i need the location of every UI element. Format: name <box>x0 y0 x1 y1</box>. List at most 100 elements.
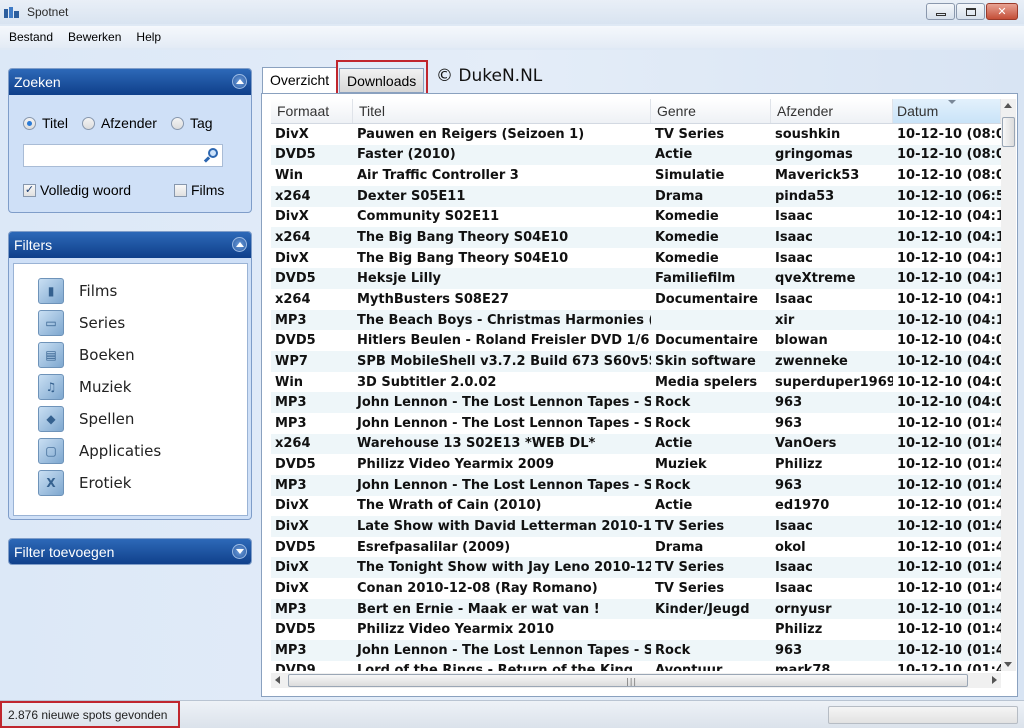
cell-afzender: Philizz <box>775 622 823 638</box>
table-row[interactable]: Win 3D Subtitler 2.0.02 Media spelers super… <box>271 372 1001 393</box>
table-row[interactable]: DVD5 Philizz Video Yearmix 2010 Philizz 10-… <box>271 619 1001 640</box>
tab-overzicht[interactable]: Overzicht <box>262 67 338 94</box>
cell-afzender: qveXtreme <box>775 271 856 287</box>
cell-datum: 10-12-10 (04:10) <box>897 312 1001 328</box>
table-row[interactable]: DivX Pauwen en Reigers (Seizoen 1) TV Seri… <box>271 124 1001 145</box>
horizontal-scroll-thumb[interactable]: ||| <box>288 674 968 687</box>
search-panel: Zoeken Titel Afzender Tag ✓ Volledig woo… <box>8 68 252 213</box>
column-header-datum-label: Datum <box>897 103 939 119</box>
table-row[interactable]: DivX The Tonight Show with Jay Leno 2010-… <box>271 557 1001 579</box>
close-button[interactable]: ✕ <box>986 3 1018 20</box>
table-row[interactable]: WP7 SPB MobileShell v3.7.2 Build 673 S60v… <box>271 351 1001 372</box>
radio-indicator-selected[interactable] <box>23 116 36 130</box>
scroll-right-icon[interactable] <box>992 676 997 684</box>
table-row[interactable]: DVD5 Heksje Lilly Familiefilm qveXtreme 10-1… <box>271 268 1001 290</box>
table-row[interactable]: MP3 John Lennon - The Lost Lennon Tapes -… <box>271 392 1001 413</box>
films-checkbox[interactable] <box>174 183 187 197</box>
table-row[interactable]: DVD5 Hitlers Beulen - Roland Freisler DVD… <box>271 330 1001 351</box>
column-header-genre[interactable]: Genre <box>651 99 771 123</box>
maximize-button[interactable] <box>956 3 985 20</box>
cell-genre: Documentaire <box>655 333 758 349</box>
radio-titel[interactable]: Titel <box>23 115 68 131</box>
radio-titel-label: Titel <box>42 115 68 131</box>
search-input[interactable] <box>23 144 223 167</box>
table-row[interactable]: MP3 John Lennon - The Lost Lennon Tapes -… <box>271 640 1001 661</box>
table-row[interactable]: x264 MythBusters S08E27 Documentaire Isaac 1… <box>271 289 1001 310</box>
music-icon: ♫ <box>38 374 64 400</box>
cell-formaat: DVD9 <box>275 663 316 671</box>
table-row[interactable]: MP3 John Lennon - The Lost Lennon Tapes -… <box>271 474 1001 496</box>
horizontal-scrollbar[interactable]: ||| <box>271 673 1001 688</box>
radio-tag[interactable]: Tag <box>170 115 213 131</box>
cell-formaat: DVD5 <box>275 147 316 163</box>
table-row[interactable]: DivX Community S02E11 Komedie Isaac 10-12-10… <box>271 207 1001 228</box>
table-row[interactable]: DVD5 Esrefpasalilar (2009) Drama okol 10-12-… <box>271 537 1001 558</box>
table-row[interactable]: DivX Late Show with David Letterman 2010-… <box>271 516 1001 537</box>
table-row[interactable]: DVD5 Faster (2010) Actie gringomas 10-12-10 … <box>271 144 1001 166</box>
scroll-down-icon[interactable] <box>1004 662 1012 667</box>
table-row[interactable]: x264 Warehouse 13 S02E13 *WEB DL* Actie Van… <box>271 433 1001 455</box>
gamepad-icon: ◆ <box>38 406 64 432</box>
cell-afzender: soushkin <box>775 126 841 142</box>
status-bar: 2.876 nieuwe spots gevonden <box>0 700 1024 728</box>
collapse-search-button[interactable] <box>232 74 247 89</box>
scroll-up-icon[interactable] <box>1004 103 1012 108</box>
grid-header: Formaat Titel Genre Afzender Datum <box>271 99 1001 124</box>
cell-genre: Rock <box>655 642 691 658</box>
cell-titel: Philizz Video Yearmix 2009 <box>357 457 554 473</box>
table-row[interactable]: DivX The Wrath of Cain (2010) Actie ed1970 1… <box>271 496 1001 517</box>
table-row[interactable]: DivX The Big Bang Theory S04E10 Komedie Isa… <box>271 248 1001 269</box>
table-row[interactable]: DVD5 Philizz Video Yearmix 2009 Muziek Phil… <box>271 454 1001 475</box>
radio-tag-label: Tag <box>189 115 213 131</box>
cell-datum: 10-12-10 (04:09) <box>897 333 1001 349</box>
radio-afzender[interactable]: Afzender <box>81 115 157 131</box>
expand-add-filter-button[interactable] <box>232 544 247 559</box>
menu-help[interactable]: Help <box>127 30 167 44</box>
scroll-left-icon[interactable] <box>275 676 280 684</box>
column-header-afzender[interactable]: Afzender <box>771 99 893 123</box>
column-header-datum[interactable]: Datum <box>893 99 1001 123</box>
collapse-filters-button[interactable] <box>232 237 247 252</box>
table-row[interactable]: x264 The Big Bang Theory S04E10 Komedie Isa… <box>271 227 1001 248</box>
cell-genre: Rock <box>655 415 691 431</box>
table-row[interactable]: x264 Dexter S05E11 Drama pinda53 10-12-10 (0… <box>271 185 1001 207</box>
filter-item-boeken[interactable]: ▤ Boeken <box>38 342 135 368</box>
column-header-formaat[interactable]: Formaat <box>271 99 353 123</box>
cell-datum: 10-12-10 (04:08) <box>897 353 1001 369</box>
table-row[interactable]: MP3 Bert en Ernie - Maak er wat van ! Kind… <box>271 598 1001 620</box>
filter-item-applicaties[interactable]: ▢ Applicaties <box>38 438 161 464</box>
full-word-checkbox-row[interactable]: ✓ Volledig woord <box>23 182 131 198</box>
cell-titel: Philizz Video Yearmix 2010 <box>357 622 554 638</box>
films-checkbox-row[interactable]: Films <box>174 182 224 198</box>
vertical-scrollbar[interactable] <box>1001 99 1016 671</box>
menu-bewerken[interactable]: Bewerken <box>59 30 127 44</box>
add-filter-panel: Filter toevoegen <box>8 538 252 565</box>
menu-bestand[interactable]: Bestand <box>0 30 59 44</box>
table-row[interactable]: DivX Conan 2010-12-08 (Ray Romano) TV Seri… <box>271 578 1001 599</box>
filter-item-muziek[interactable]: ♫ Muziek <box>38 374 131 400</box>
filter-item-label: Films <box>79 282 118 300</box>
table-row[interactable]: DVD9 Lord of the Rings - Return of the Ki… <box>271 661 1001 671</box>
search-icon[interactable] <box>203 147 219 163</box>
add-filter-header[interactable]: Filter toevoegen <box>9 539 251 564</box>
column-header-titel[interactable]: Titel <box>353 99 651 123</box>
radio-indicator[interactable] <box>170 116 184 130</box>
table-row[interactable]: MP3 John Lennon - The Lost Lennon Tapes -… <box>271 413 1001 434</box>
filter-item-films[interactable]: ▮ Films <box>38 278 117 304</box>
table-row[interactable]: MP3 The Beach Boys - Christmas Harmonies … <box>271 309 1001 331</box>
filter-item-spellen[interactable]: ◆ Spellen <box>38 406 134 432</box>
add-filter-title: Filter toevoegen <box>14 544 115 560</box>
full-word-checkbox[interactable]: ✓ <box>23 183 36 197</box>
cell-datum: 10-12-10 (01:44) <box>897 580 1001 596</box>
table-row[interactable]: Win Air Traffic Controller 3 Simulatie Mave… <box>271 165 1001 186</box>
search-panel-header[interactable]: Zoeken <box>9 69 251 95</box>
radio-indicator[interactable] <box>81 116 95 130</box>
cell-genre: Avontuur <box>655 663 723 671</box>
minimize-button[interactable] <box>926 3 955 20</box>
filter-item-erotiek[interactable]: X Erotiek <box>38 470 131 496</box>
cell-formaat: MP3 <box>275 477 307 493</box>
cell-genre: Simulatie <box>655 168 725 184</box>
vertical-scroll-thumb[interactable] <box>1002 117 1015 147</box>
filters-panel-header[interactable]: Filters <box>9 232 251 258</box>
filter-item-series[interactable]: ▭ Series <box>38 310 125 336</box>
